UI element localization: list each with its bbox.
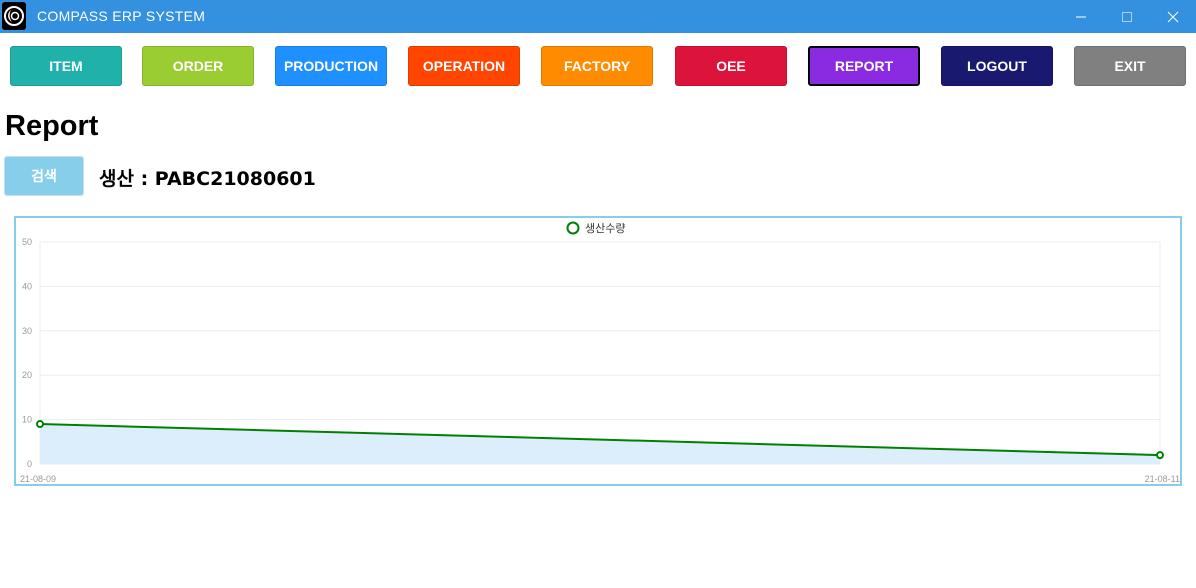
window-title: COMPASS ERP SYSTEM <box>37 8 206 24</box>
nav-logout-button[interactable]: LOGOUT <box>941 46 1053 86</box>
nav-order-button[interactable]: ORDER <box>142 46 254 86</box>
minimize-button[interactable] <box>1058 0 1104 33</box>
data-point <box>36 420 44 429</box>
production-label: 생산 : PABC21080601 <box>99 168 316 190</box>
production-chart: 0 10 20 30 40 50 21-08-09 21-08-11 생산수량 <box>14 216 1182 486</box>
nav-production-button[interactable]: PRODUCTION <box>275 46 387 86</box>
series-area <box>40 424 1160 464</box>
chart-canvas: 0 10 20 30 40 50 21-08-09 21-08-11 생산수량 <box>20 221 1180 484</box>
close-button[interactable] <box>1150 0 1196 33</box>
nav-factory-button[interactable]: FACTORY <box>541 46 653 86</box>
data-point <box>1156 451 1164 460</box>
y-tick-label: 50 <box>22 237 32 247</box>
title-bar: COMPASS ERP SYSTEM <box>0 0 1196 33</box>
nav-exit-button[interactable]: EXIT <box>1074 46 1186 86</box>
compass-logo-icon <box>2 2 26 30</box>
nav-report-button[interactable]: REPORT <box>808 46 920 86</box>
minimize-icon <box>1076 16 1086 17</box>
nav-oee-button[interactable]: OEE <box>675 46 787 86</box>
nav-item-button[interactable]: ITEM <box>10 46 122 86</box>
x-tick-label: 21-08-11 <box>1145 474 1180 484</box>
y-tick-label: 20 <box>22 370 32 380</box>
search-button[interactable]: 검색 <box>4 156 84 196</box>
nav-operation-button[interactable]: OPERATION <box>408 46 520 86</box>
y-tick-label: 40 <box>22 281 32 291</box>
legend-label: 생산수량 <box>585 222 625 235</box>
x-tick-label: 21-08-09 <box>20 474 56 484</box>
maximize-icon <box>1122 11 1132 22</box>
y-tick-label: 0 <box>27 459 32 469</box>
maximize-button[interactable] <box>1104 0 1150 33</box>
page-title: Report <box>5 110 99 142</box>
legend-marker <box>566 221 580 235</box>
y-tick-label: 30 <box>22 326 32 336</box>
close-icon <box>1167 11 1179 22</box>
y-tick-label: 10 <box>22 415 32 425</box>
